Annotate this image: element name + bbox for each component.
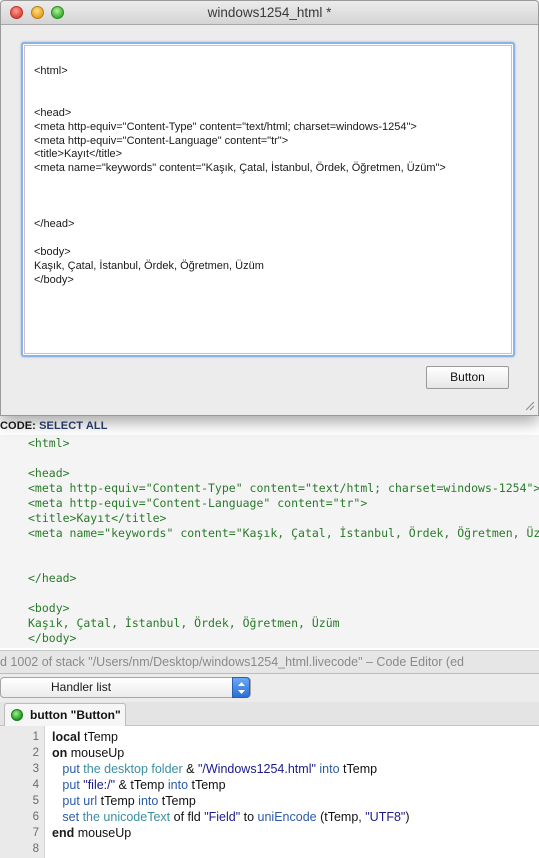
script-line: local tTemp xyxy=(52,729,118,745)
editor-window-titlebar: d 1002 of stack "/Users/nm/Desktop/windo… xyxy=(0,650,539,674)
code-line: <body> xyxy=(28,601,70,615)
window-titlebar[interactable]: windows1254_html * xyxy=(1,1,538,25)
script-token: "/Windows1254.html" xyxy=(197,762,316,776)
script-token: tTemp xyxy=(97,794,139,808)
script-token: put xyxy=(52,778,80,792)
script-token: tTemp xyxy=(188,778,226,792)
line-number: 2 xyxy=(32,747,39,759)
script-token: mouseUp xyxy=(74,826,132,840)
field-text-line: <meta http-equiv="Content-Language" cont… xyxy=(34,134,289,147)
field-text-line: </head> xyxy=(34,217,75,230)
script-token: & tTemp xyxy=(115,778,168,792)
code-line: <meta name="keywords" content="Kaşık, Ça… xyxy=(28,526,539,540)
text-field[interactable]: <html> <head> <meta http-equiv="Content-Ty… xyxy=(21,42,515,357)
green-status-icon xyxy=(11,709,23,721)
script-token: "file:/" xyxy=(79,778,116,792)
script-editor[interactable]: 12345678 local tTemp on mouseUp put the d… xyxy=(0,726,539,858)
tab-button-script[interactable]: button "Button" xyxy=(4,703,126,726)
line-number: 8 xyxy=(32,843,39,855)
field-text-line: <html> xyxy=(34,65,68,77)
field-text-line: <meta http-equiv="Content-Type" content=… xyxy=(34,120,417,133)
code-header-label: CODE: xyxy=(0,420,40,432)
script-token: tTemp xyxy=(158,794,196,808)
handler-toolbar: Handler list xyxy=(0,674,539,702)
handler-list-label: Handler list xyxy=(51,680,112,694)
field-text-line: </body> xyxy=(34,273,74,286)
script-token: put xyxy=(52,762,80,776)
script-tab-strip: button "Button" xyxy=(0,702,539,726)
script-line: put the desktop folder & "/Windows1254.h… xyxy=(52,761,377,777)
window-title: windows1254_html * xyxy=(207,5,332,20)
script-token: local xyxy=(52,730,81,744)
code-line: <html> xyxy=(28,436,70,450)
select-all-link[interactable]: SELECT ALL xyxy=(39,420,107,432)
script-token: of fld xyxy=(170,810,205,824)
line-number: 6 xyxy=(32,811,39,823)
script-token: & xyxy=(182,762,198,776)
code-line: <title>Kayıt</title> xyxy=(28,511,167,525)
script-line: put url tTemp into tTemp xyxy=(52,793,196,809)
script-token: tTemp xyxy=(80,730,119,744)
code-line: <meta http-equiv="Content-Type" content=… xyxy=(28,481,539,495)
field-text-line: <title>Kayıt</title> xyxy=(34,148,123,161)
script-token: ) xyxy=(405,810,410,824)
handler-list-select[interactable]: Handler list xyxy=(0,677,251,698)
code-line: </head> xyxy=(28,571,77,585)
script-token: into xyxy=(315,762,340,776)
script-token: on xyxy=(52,746,68,760)
script-token: mouseUp xyxy=(67,746,125,760)
script-token: (tTemp, xyxy=(316,810,366,824)
line-number-gutter: 1 2 3 4 5 6 7 8 xyxy=(0,726,45,858)
line-number: 1 xyxy=(32,731,39,743)
code-line: </body> xyxy=(28,631,77,645)
field-text-line: <head> xyxy=(34,106,72,119)
field-text-line: <meta name="keywords" content="Kaşık, Ça… xyxy=(34,162,446,175)
script-token: "UTF8" xyxy=(365,810,406,824)
code-line: <meta http-equiv="Content-Language" cont… xyxy=(28,496,368,510)
line-number: 3 xyxy=(32,763,39,775)
tab-label: button "Button" xyxy=(30,708,121,722)
script-token: the desktop folder xyxy=(79,762,183,776)
script-token: into xyxy=(167,778,189,792)
code-header: CODE: SELECT ALL xyxy=(0,417,539,435)
code-line: <head> xyxy=(28,466,70,480)
field-text-line: Kaşık, Çatal, İstanbul, Ördek, Öğretmen,… xyxy=(34,259,264,272)
resize-grip-icon[interactable] xyxy=(523,399,535,411)
stack-window: windows1254_html * <html> <head> <meta htt… xyxy=(0,0,539,416)
code-snippet-box[interactable]: <html> <head> <meta http-equiv="Content-Ty… xyxy=(0,435,539,648)
script-line: on mouseUp xyxy=(52,745,124,761)
script-token: set xyxy=(52,810,80,824)
dropdown-arrows-icon[interactable] xyxy=(232,677,250,698)
line-number: 5 xyxy=(32,795,39,807)
line-number: 7 xyxy=(32,827,39,839)
script-token: into xyxy=(138,794,159,808)
field-text-line: <body> xyxy=(34,245,71,258)
script-token: put url xyxy=(52,794,98,808)
script-line: set the unicodeText of fld "Field" to un… xyxy=(52,809,410,825)
script-line: end mouseUp xyxy=(52,825,131,841)
script-token: tTemp xyxy=(339,762,378,776)
line-number: 4 xyxy=(32,779,39,791)
script-token: the unicodeText xyxy=(79,810,171,824)
code-line: Kaşık, Çatal, İstanbul, Ördek, Öğretmen,… xyxy=(28,616,340,630)
action-button[interactable]: Button xyxy=(426,366,509,389)
script-token: to xyxy=(240,810,258,824)
script-token: end xyxy=(52,826,75,840)
text-field-content[interactable]: <html> <head> <meta http-equiv="Content-Ty… xyxy=(24,45,512,354)
script-token: "Field" xyxy=(204,810,241,824)
script-token: uniEncode xyxy=(257,810,317,824)
script-line: put "file:/" & tTemp into tTemp xyxy=(52,777,226,793)
